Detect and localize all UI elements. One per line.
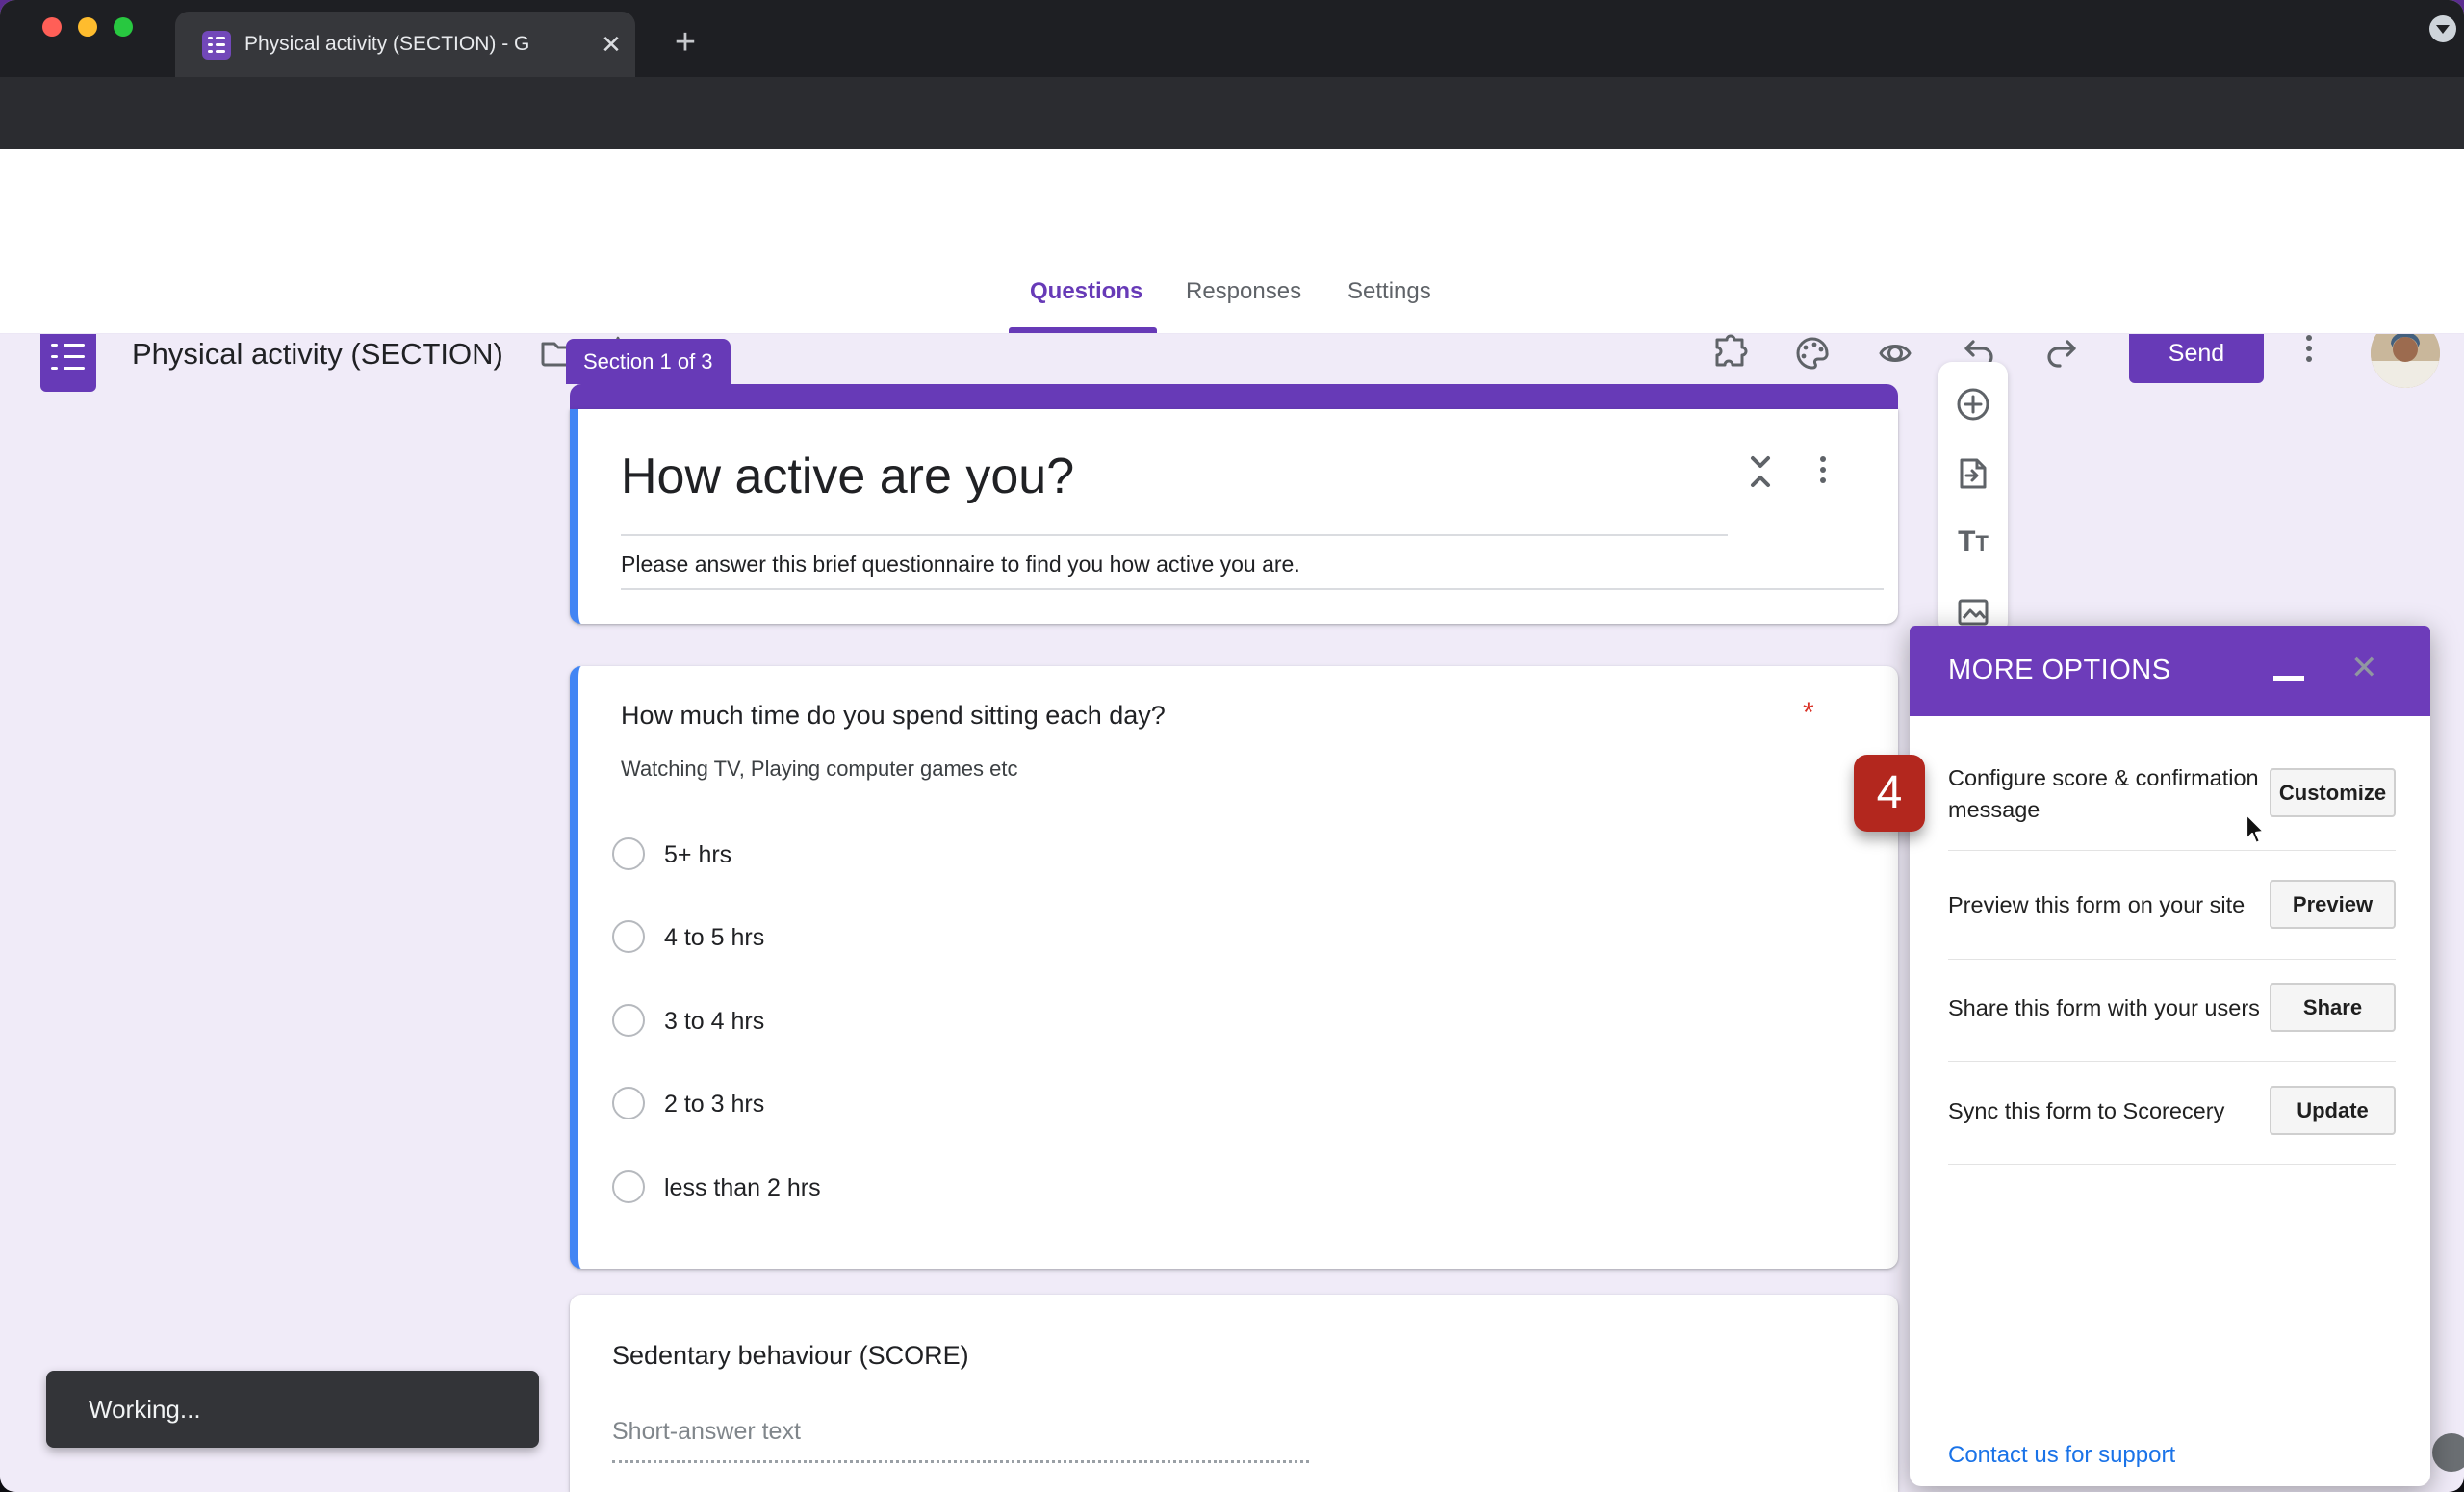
option-label[interactable]: 3 to 4 hrs <box>664 1008 764 1036</box>
customize-button[interactable]: Customize <box>2270 768 2396 817</box>
form-tabs-bar: Questions Responses Settings <box>0 255 2464 334</box>
redo-icon[interactable] <box>2040 332 2083 374</box>
tab-responses[interactable]: Responses <box>1186 278 1301 305</box>
add-title-text-icon[interactable]: TT <box>1952 526 1994 568</box>
forms-header: Physical activity (SECTION) Send <box>0 149 2464 255</box>
minimize-icon[interactable] <box>2273 676 2304 681</box>
browser-toolbar: docs.google.com/forms/d/1FChYsSU_XxkiDpg… <box>0 77 2464 149</box>
form-title[interactable]: Physical activity (SECTION) <box>132 337 503 372</box>
radio-circle-icon[interactable] <box>612 1170 645 1203</box>
radio-circle-icon[interactable] <box>612 837 645 870</box>
tab-close-icon[interactable]: ✕ <box>595 28 628 61</box>
divider <box>1948 850 2396 851</box>
annotation-step-badge: 4 <box>1854 755 1925 832</box>
active-tab-underline <box>1009 327 1157 333</box>
close-icon[interactable]: ✕ <box>2350 649 2378 687</box>
preview-eye-icon[interactable] <box>1874 332 1916 374</box>
tab-strip: Physical activity (SECTION) - G ✕ + <box>0 0 2464 77</box>
question-title[interactable]: How much time do you spend sitting each … <box>621 701 1166 731</box>
working-toast: Working... <box>46 1371 539 1448</box>
form-header-description[interactable]: Please answer this brief questionnaire t… <box>621 552 1300 578</box>
google-forms-favicon <box>202 31 231 60</box>
add-question-icon[interactable] <box>1952 383 1994 425</box>
more-options-panel: MORE OPTIONS ✕ Configure score & confirm… <box>1910 626 2430 1486</box>
form-header-card[interactable]: How active are you? Please answer this b… <box>570 409 1898 624</box>
divider <box>1948 1061 2396 1062</box>
sync-update-button[interactable]: Update <box>2270 1086 2396 1135</box>
required-asterisk: * <box>1803 697 1814 730</box>
panel-row-label: Preview this form on your site <box>1948 889 2266 921</box>
radio-circle-icon[interactable] <box>612 920 645 953</box>
browser-window: Physical activity (SECTION) - G ✕ + docs… <box>0 0 2464 1492</box>
panel-title: MORE OPTIONS <box>1948 655 2171 686</box>
preview-button[interactable]: Preview <box>2270 880 2396 929</box>
section-banner: Section 1 of 3 <box>566 339 731 384</box>
panel-row-label: Sync this form to Scorecery <box>1948 1095 2266 1127</box>
browser-tab[interactable]: Physical activity (SECTION) - G ✕ <box>175 12 635 77</box>
section-menu-kebab-icon[interactable] <box>1820 451 1826 488</box>
option-label[interactable]: 5+ hrs <box>664 841 732 869</box>
toast-message: Working... <box>89 1395 201 1425</box>
contact-support-link[interactable]: Contact us for support <box>1948 1442 2175 1469</box>
tab-questions[interactable]: Questions <box>1030 278 1142 305</box>
panel-row-label: Configure score & confirmation message <box>1948 762 2266 826</box>
traffic-close-button[interactable] <box>42 17 62 37</box>
question-description[interactable]: Watching TV, Playing computer games etc <box>621 757 1018 782</box>
short-answer-placeholder: Short-answer text <box>612 1418 801 1446</box>
share-button[interactable]: Share <box>2270 983 2396 1032</box>
option-label[interactable]: less than 2 hrs <box>664 1174 821 1202</box>
customize-theme-palette-icon[interactable] <box>1791 332 1834 374</box>
radio-circle-icon[interactable] <box>612 1087 645 1119</box>
question-card[interactable]: How much time do you spend sitting each … <box>570 666 1898 1269</box>
question-toolbar: TT <box>1938 362 2008 635</box>
tab-search-icon[interactable] <box>2429 15 2456 42</box>
tab-settings[interactable]: Settings <box>1348 278 1431 305</box>
option-label[interactable]: 4 to 5 hrs <box>664 924 764 952</box>
new-tab-button[interactable]: + <box>666 25 705 64</box>
import-questions-icon[interactable] <box>1952 452 1994 495</box>
floating-helper-button[interactable] <box>2432 1433 2464 1472</box>
header-card-color-band <box>570 384 1898 409</box>
traffic-minimize-button[interactable] <box>78 17 97 37</box>
panel-row-label: Share this form with your users <box>1948 992 2266 1024</box>
traffic-zoom-button[interactable] <box>114 17 133 37</box>
radio-circle-icon[interactable] <box>612 1004 645 1037</box>
more-menu-kebab-icon[interactable] <box>2306 330 2312 367</box>
option-label[interactable]: 2 to 3 hrs <box>664 1091 764 1119</box>
score-question-title[interactable]: Sedentary behaviour (SCORE) <box>612 1341 969 1371</box>
divider <box>1948 959 2396 960</box>
collapse-section-icon[interactable] <box>1739 450 1782 493</box>
divider <box>1948 1164 2396 1165</box>
title-underline <box>621 534 1728 536</box>
score-question-card[interactable]: Sedentary behaviour (SCORE) Short-answer… <box>570 1295 1898 1492</box>
mouse-cursor <box>2233 805 2272 847</box>
panel-header[interactable]: MORE OPTIONS ✕ <box>1910 626 2430 716</box>
form-header-title[interactable]: How active are you? <box>621 448 1074 505</box>
description-underline <box>621 588 1884 590</box>
add-ons-puzzle-icon[interactable] <box>1709 332 1752 374</box>
short-answer-line <box>612 1460 1309 1463</box>
